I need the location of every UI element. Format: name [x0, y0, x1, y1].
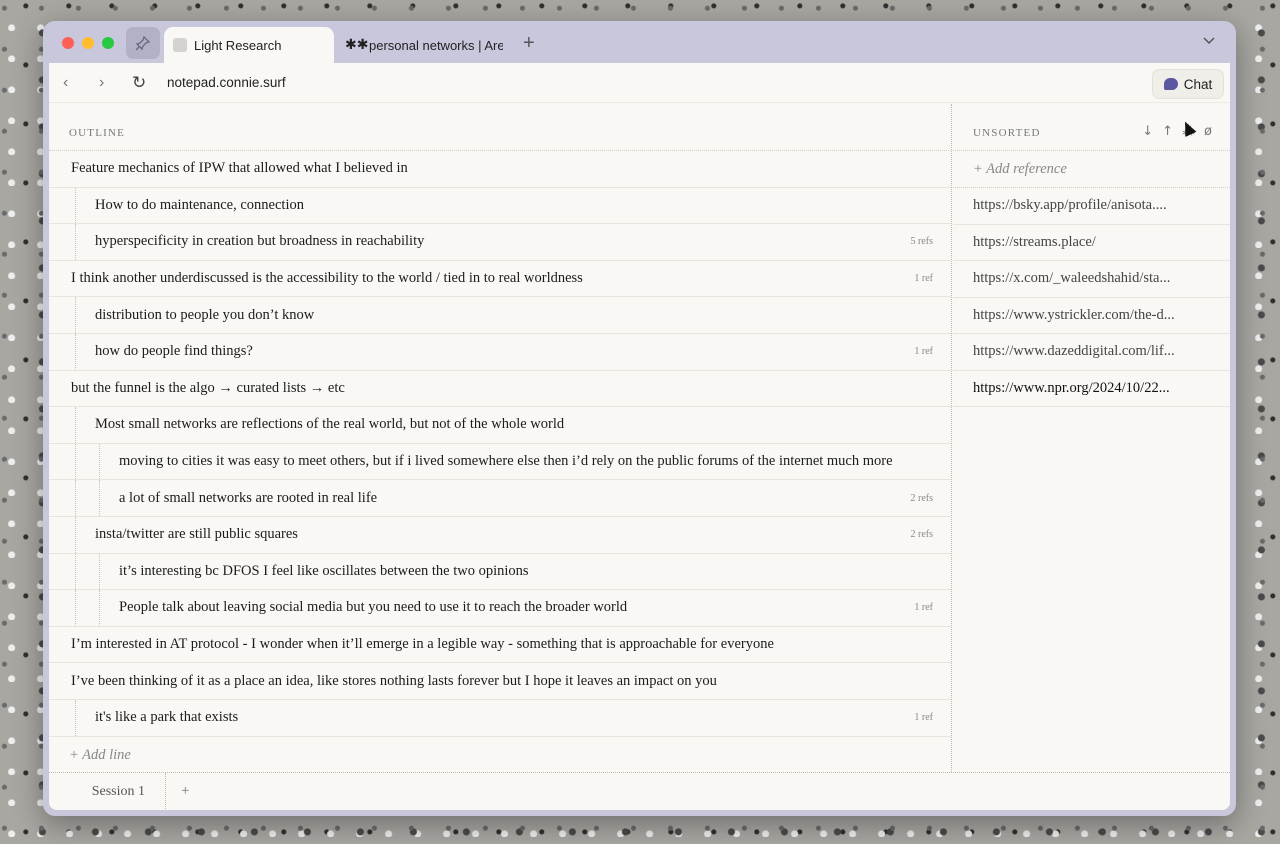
outline-row[interactable]: how do people find things? 1 ref [49, 333, 951, 371]
favicon-icon [173, 38, 187, 52]
outline-row[interactable]: How to do maintenance, connection [49, 187, 951, 225]
outline-row[interactable]: it's like a park that exists 1 ref [49, 699, 951, 737]
unsorted-toolbar: ↓ ↑ ⁂ ø [1142, 124, 1212, 139]
outline-list: Feature mechanics of IPW that allowed wh… [49, 151, 951, 737]
clear-icon[interactable]: ø [1204, 124, 1212, 139]
outline-row[interactable]: I’m interested in AT protocol - I wonder… [49, 627, 951, 664]
outline-row-text[interactable]: how do people find things? [49, 343, 253, 360]
chat-bubble-icon [1163, 78, 1178, 90]
tab-label: Light Research [194, 37, 282, 53]
ref-count-badge[interactable]: 5 refs [911, 236, 934, 247]
reload-icon[interactable]: ↻ [132, 73, 146, 93]
outline-row[interactable]: Feature mechanics of IPW that allowed wh… [49, 151, 951, 188]
session-bar: Session 1 + [49, 772, 1230, 810]
chat-button[interactable]: Chat [1152, 69, 1224, 99]
add-reference-button[interactable]: + Add reference [953, 151, 1230, 188]
outline-row-text[interactable]: hyperspecificity in creation but broadne… [49, 233, 424, 250]
pin-icon[interactable] [126, 27, 160, 59]
outline-row-text[interactable]: I’ve been thinking of it as a place an i… [49, 673, 717, 690]
outline-row[interactable]: it’s interesting bc DFOS I feel like osc… [49, 553, 951, 591]
outline-row[interactable]: a lot of small networks are rooted in re… [49, 480, 951, 517]
outline-row-text[interactable]: moving to cities it was easy to meet oth… [49, 453, 893, 470]
ref-count-badge[interactable]: 1 ref [914, 602, 933, 613]
outline-row[interactable]: People talk about leaving social media b… [49, 590, 951, 627]
close-window-button[interactable] [62, 37, 74, 49]
ref-count-badge[interactable]: 1 ref [914, 346, 933, 357]
add-line-button[interactable]: + Add line [49, 737, 951, 775]
address-bar: ‹ › ↻ notepad.connie.surf Chat [49, 63, 1230, 103]
chat-label: Chat [1183, 76, 1213, 92]
outline-row-text[interactable]: I think another underdiscussed is the ac… [49, 270, 583, 287]
asterisks-icon: ✱✱ [345, 36, 369, 52]
outline-row-text[interactable]: How to do maintenance, connection [49, 197, 304, 214]
minimize-window-button[interactable] [82, 37, 94, 49]
outline-row-text[interactable]: it’s interesting bc DFOS I feel like osc… [49, 563, 529, 580]
page-content: ‹ › ↻ notepad.connie.surf Chat OUTLINE F… [49, 63, 1230, 810]
reference-item[interactable]: https://www.npr.org/2024/10/22... [953, 371, 1230, 407]
tab-strip: Light Research ✱✱ personal networks | Ar… [43, 21, 1236, 63]
ref-count-badge[interactable]: 1 ref [914, 273, 933, 284]
reference-list: https://bsky.app/profile/anisota.... http… [953, 188, 1230, 407]
sort-up-icon[interactable]: ↑ [1162, 124, 1173, 139]
outline-row-text[interactable]: Most small networks are reflections of t… [49, 416, 564, 433]
outline-row-text[interactable]: Feature mechanics of IPW that allowed wh… [49, 160, 408, 177]
unsorted-label: UNSORTED [973, 127, 1041, 139]
outline-row[interactable]: I think another underdiscussed is the ac… [49, 261, 951, 298]
tab-label: personal networks | Are.na [369, 37, 503, 53]
reference-item[interactable]: https://www.dazeddigital.com/lif... [953, 334, 1230, 371]
outline-row[interactable]: insta/twitter are still public squares 2 … [49, 516, 951, 554]
tab-light-research[interactable]: Light Research [164, 27, 334, 63]
outline-row-text[interactable]: a lot of small networks are rooted in re… [49, 490, 377, 507]
add-session-button[interactable]: + [181, 783, 189, 800]
reference-item[interactable]: https://x.com/_waleedshahid/sta... [953, 261, 1230, 298]
outline-header: OUTLINE [49, 104, 951, 151]
outline-panel: OUTLINE Feature mechanics of IPW that al… [49, 104, 952, 772]
back-arrow-icon[interactable]: ‹ [63, 73, 68, 93]
outline-row-text[interactable]: it's like a park that exists [49, 709, 238, 726]
maximize-window-button[interactable] [102, 37, 114, 49]
chevron-down-icon[interactable] [1202, 33, 1216, 49]
outline-row-text[interactable]: People talk about leaving social media b… [49, 599, 627, 616]
session-tab[interactable]: Session 1 [49, 773, 166, 810]
outline-row-text[interactable]: but the funnel is the algo → curated lis… [49, 380, 345, 397]
outline-row-text[interactable]: insta/twitter are still public squares [49, 526, 298, 543]
outline-row[interactable]: moving to cities it was easy to meet oth… [49, 443, 951, 481]
outline-row-text[interactable]: I’m interested in AT protocol - I wonder… [49, 636, 774, 653]
ref-count-badge[interactable]: 2 refs [911, 529, 934, 540]
outline-row[interactable]: distribution to people you don’t know [49, 297, 951, 334]
reference-item[interactable]: https://bsky.app/profile/anisota.... [953, 188, 1230, 225]
outline-row[interactable]: hyperspecificity in creation but broadne… [49, 224, 951, 261]
outline-row[interactable]: Most small networks are reflections of t… [49, 407, 951, 444]
ref-count-badge[interactable]: 1 ref [914, 712, 933, 723]
new-tab-button[interactable]: + [523, 31, 535, 55]
tab-personal-networks[interactable]: ✱✱ personal networks | Are.na [343, 27, 503, 63]
sort-down-icon[interactable]: ↓ [1142, 124, 1153, 139]
outline-row[interactable]: I’ve been thinking of it as a place an i… [49, 663, 951, 700]
outline-row[interactable]: but the funnel is the algo → curated lis… [49, 371, 951, 408]
forward-arrow-icon[interactable]: › [99, 73, 104, 93]
unsorted-panel: UNSORTED ↓ ↑ ⁂ ø + Add reference https:/… [953, 104, 1230, 772]
ref-count-badge[interactable]: 2 refs [911, 493, 934, 504]
reference-item[interactable]: https://streams.place/ [953, 225, 1230, 261]
outline-row-text[interactable]: distribution to people you don’t know [49, 307, 314, 324]
url-field[interactable]: notepad.connie.surf [167, 75, 286, 90]
browser-window: Light Research ✱✱ personal networks | Ar… [43, 21, 1236, 816]
reference-item[interactable]: https://www.ystrickler.com/the-d... [953, 298, 1230, 334]
